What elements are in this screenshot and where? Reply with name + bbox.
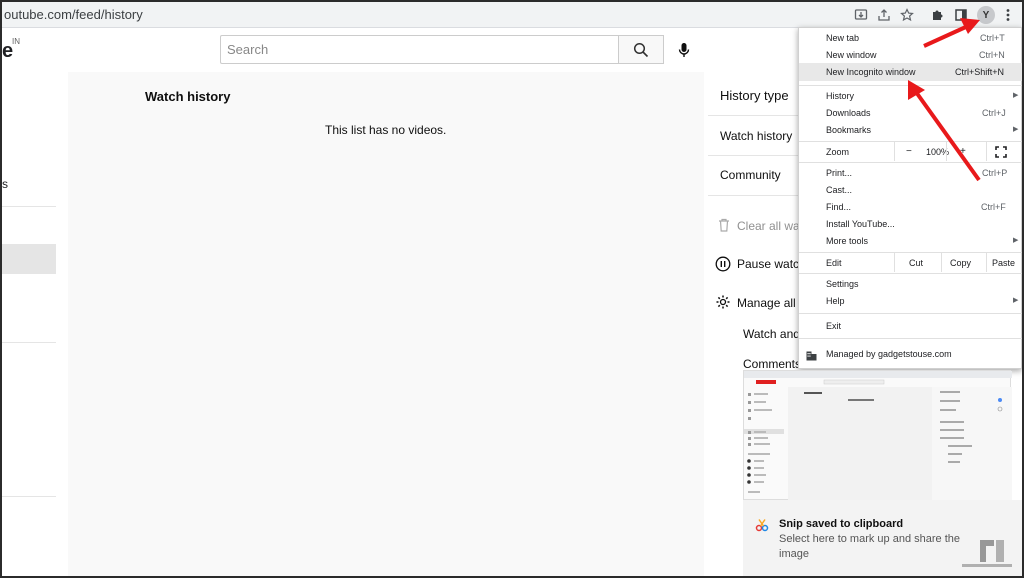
sidebar-divider (2, 496, 56, 497)
building-icon (806, 348, 817, 366)
pause-history-button[interactable]: Pause watch (737, 257, 806, 271)
panel-divider (708, 195, 800, 196)
submenu-arrow-icon: ▶ (1013, 237, 1019, 244)
menu-item-print[interactable]: Print... (826, 168, 852, 178)
search-button[interactable] (618, 35, 664, 64)
menu-item-downloads[interactable]: Downloads (826, 108, 871, 118)
bookmark-star-icon[interactable] (898, 6, 916, 24)
search-icon (633, 42, 649, 57)
zoom-plus-cell (946, 142, 986, 161)
voice-search-button[interactable] (669, 35, 698, 64)
snip-title: Snip saved to clipboard (779, 518, 904, 530)
fullscreen-icon[interactable] (995, 145, 1007, 163)
share-icon[interactable] (875, 6, 893, 24)
install-app-icon[interactable] (852, 6, 870, 24)
microphone-icon (678, 42, 689, 57)
address-bar[interactable]: outube.com/feed/history Y (2, 2, 1022, 28)
history-type-watch[interactable]: Watch history (720, 129, 792, 143)
youtube-logo[interactable]: e (2, 40, 13, 63)
sidebar-divider (2, 206, 56, 207)
menu-item-new-incognito[interactable]: New Incognito window (826, 67, 916, 77)
main-content (68, 72, 704, 576)
menu-item-exit[interactable]: Exit (826, 321, 841, 331)
sidebar: s (2, 72, 56, 572)
menu-separator (799, 85, 1022, 86)
menu-separator (799, 313, 1022, 314)
sidebar-item-history[interactable] (2, 244, 56, 274)
history-type-community[interactable]: Community (720, 168, 781, 182)
shortcut-find: Ctrl+F (981, 202, 1006, 212)
url-text[interactable]: outube.com/feed/history (4, 7, 143, 22)
shortcut-new-window: Ctrl+N (979, 50, 1005, 60)
panel-divider (708, 155, 800, 156)
menu-separator (799, 273, 1022, 274)
snip-thumbnail[interactable] (743, 370, 1012, 501)
shortcut-new-incognito: Ctrl+Shift+N (955, 67, 1005, 77)
menu-item-edit: Edit (826, 258, 842, 268)
shortcut-new-tab: Ctrl+T (980, 33, 1005, 43)
cut-button[interactable]: Cut (909, 258, 923, 268)
menu-item-new-window[interactable]: New window (826, 50, 877, 60)
gear-icon (715, 294, 731, 310)
copy-button[interactable]: Copy (950, 258, 971, 268)
sidebar-divider (2, 342, 56, 343)
submenu-arrow-icon: ▶ (1013, 126, 1019, 133)
panel-divider (708, 115, 800, 116)
country-code: IN (12, 37, 20, 46)
menu-item-find[interactable]: Find... (826, 202, 851, 212)
menu-item-new-tab[interactable]: New tab (826, 33, 859, 43)
zoom-in-button[interactable]: + (960, 146, 966, 157)
extensions-puzzle-icon[interactable] (928, 6, 946, 24)
snip-message: Select here to mark up and share the ima… (779, 533, 960, 560)
menu-item-zoom: Zoom (826, 147, 850, 157)
pause-icon (715, 256, 731, 272)
zoom-out-button[interactable]: − (906, 146, 912, 157)
more-menu-icon[interactable] (999, 6, 1017, 24)
submenu-arrow-icon: ▶ (1013, 92, 1019, 99)
snipping-tool-icon (755, 518, 769, 532)
sidebar-item-label[interactable]: s (2, 177, 8, 191)
menu-item-bookmarks[interactable]: Bookmarks (826, 125, 871, 135)
menu-item-install-youtube[interactable]: Install YouTube... (826, 219, 895, 229)
manage-history-button[interactable]: Manage all h (737, 296, 806, 310)
menu-separator (799, 162, 1022, 163)
menu-item-more-tools[interactable]: More tools (826, 236, 868, 246)
empty-message: This list has no videos. (325, 123, 447, 137)
side-panel-icon[interactable] (952, 6, 970, 24)
managed-by-label[interactable]: Managed by gadgetstouse.com (826, 349, 952, 359)
trash-icon (716, 217, 732, 233)
screen: outube.com/feed/history Y e IN Search s (0, 0, 1024, 578)
page-title: Watch history (145, 89, 231, 104)
menu-item-cast[interactable]: Cast... (826, 185, 852, 195)
shortcut-downloads: Ctrl+J (982, 108, 1006, 118)
comments-link[interactable]: Comments (743, 357, 801, 371)
submenu-arrow-icon: ▶ (1013, 297, 1019, 304)
menu-separator (799, 338, 1022, 339)
menu-item-help[interactable]: Help (826, 296, 845, 306)
watermark-logo (952, 534, 1022, 576)
shortcut-print: Ctrl+P (982, 168, 1008, 178)
search-input[interactable]: Search (220, 35, 618, 64)
menu-item-settings[interactable]: Settings (826, 279, 859, 289)
menu-item-history[interactable]: History (826, 91, 854, 101)
history-type-heading: History type (720, 88, 789, 103)
paste-button[interactable]: Paste (992, 258, 1015, 268)
profile-avatar[interactable]: Y (977, 6, 995, 24)
chrome-menu: New tab Ctrl+T New window Ctrl+N New Inc… (798, 27, 1022, 369)
screenshot-thumbnail-image (744, 371, 1012, 501)
